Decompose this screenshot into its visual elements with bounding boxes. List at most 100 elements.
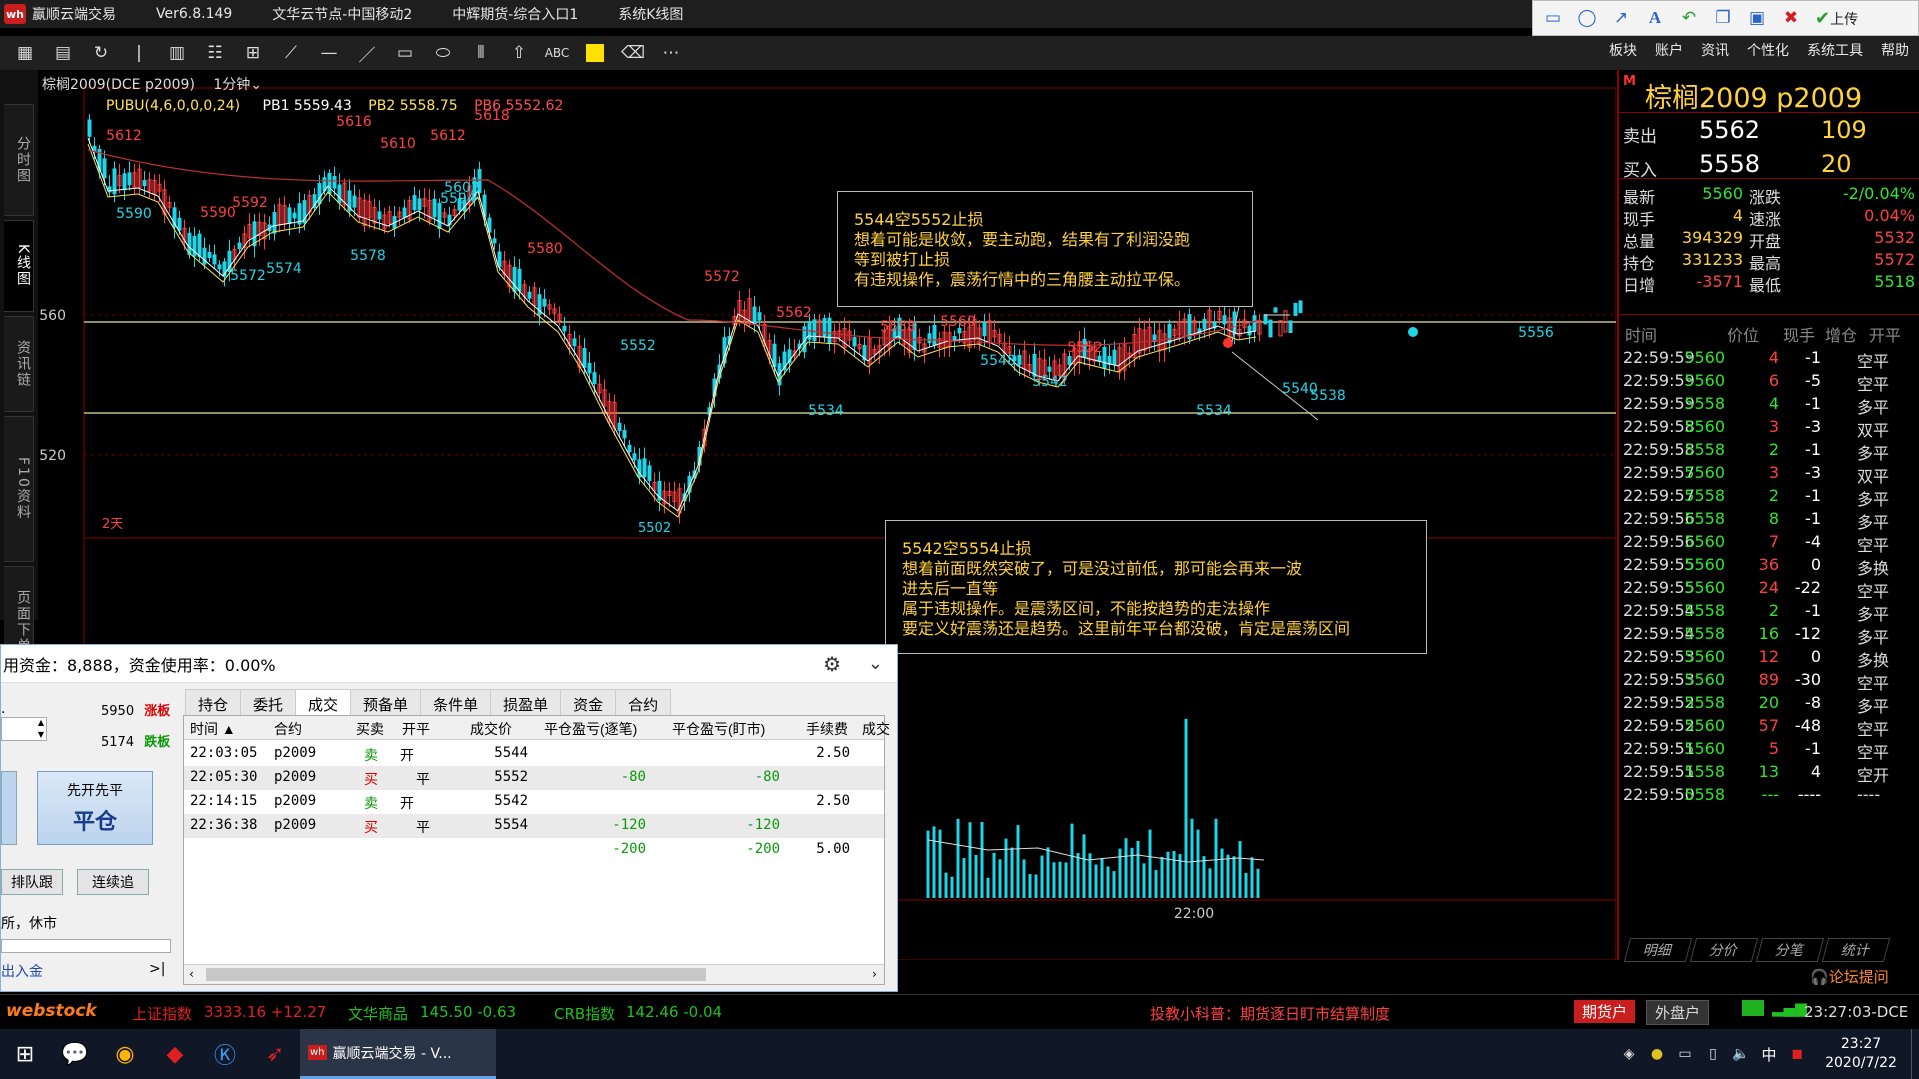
col-time[interactable]: 时间 ▲ — [190, 719, 236, 739]
collapse-icon[interactable]: ⌄ — [868, 653, 883, 674]
fib-icon[interactable]: ⫴ — [466, 40, 496, 66]
close-icon[interactable]: ✖ — [1777, 5, 1805, 31]
wechat-icon[interactable]: 💬 — [50, 1029, 100, 1079]
app-red-icon[interactable]: ◆ — [150, 1029, 200, 1079]
tab-news-chain[interactable]: 资讯链 — [4, 316, 34, 412]
continuous-chase-button[interactable]: 连续追 — [77, 869, 149, 895]
app-k-icon[interactable]: Ⓚ — [200, 1029, 250, 1079]
table-row[interactable]: 22:03:05 p2009 卖 开 5544 2.50 — [184, 742, 884, 766]
period-selector[interactable]: 1分钟 — [213, 77, 250, 93]
crb-index-label[interactable]: CRB指数 — [554, 1003, 615, 1024]
sh-index-label[interactable]: 上证指数 — [132, 1003, 192, 1024]
forum-button[interactable]: 🎧论坛提问 — [1810, 966, 1889, 987]
tab-stats[interactable]: 统计 — [1821, 938, 1891, 962]
contract-selector[interactable]: 棕榈2009(DCE p2009) 1分钟⌄ — [42, 74, 262, 94]
menu-item[interactable]: 个性化 — [1747, 40, 1789, 60]
up-arrow-icon[interactable]: ⇧ — [504, 40, 534, 66]
menu-item[interactable]: 板块 — [1609, 40, 1637, 60]
order-icon[interactable]: ▦ — [10, 40, 40, 66]
col-side[interactable]: 买卖 — [356, 719, 384, 739]
rect-icon[interactable]: ▭ — [390, 40, 420, 66]
show-desktop-button[interactable] — [1911, 1029, 1919, 1079]
color-picker-icon[interactable] — [580, 40, 610, 66]
deposit-link[interactable]: 出入金 — [1, 961, 43, 981]
col-pnl-trade[interactable]: 平仓盈亏(逐笔) — [544, 719, 637, 739]
tab-price-dist[interactable]: 分价 — [1689, 938, 1759, 962]
line-icon[interactable]: ⟋ — [276, 40, 306, 66]
col-openclose[interactable]: 开平 — [402, 719, 430, 739]
tab-f10[interactable]: F10资料 — [4, 416, 34, 562]
menu-item[interactable]: 资讯 — [1701, 40, 1729, 60]
chrome-icon[interactable]: ◉ — [100, 1029, 150, 1079]
grid-icon[interactable]: ⊞ — [238, 40, 268, 66]
text-tool-icon[interactable]: A — [1641, 5, 1669, 31]
tray-yellow-icon[interactable]: ● — [1643, 1029, 1671, 1079]
undo-icon[interactable]: ↶ — [1675, 5, 1703, 31]
foreign-account-button[interactable]: 外盘户 — [1646, 1000, 1710, 1025]
stepper-up-icon[interactable]: ▲ — [38, 718, 44, 727]
annotation-note-2[interactable]: 5542空5554止损 想着前面既然突破了，可是没过前低，那可能会再来一波 进去… — [885, 520, 1427, 654]
save-icon[interactable]: ▣ — [1743, 5, 1771, 31]
col-contract[interactable]: 合约 — [274, 719, 302, 739]
scroll-left-icon[interactable]: ‹ — [188, 967, 195, 981]
menu-item[interactable]: 帮助 — [1881, 40, 1909, 60]
queue-follow-button[interactable]: 排队跟 — [1, 869, 63, 895]
expand-icon[interactable]: >| — [149, 961, 165, 977]
futures-account-button[interactable]: 期货户 — [1574, 1000, 1636, 1023]
system-clock[interactable]: 23:27 2020/7/22 — [1811, 1035, 1911, 1073]
stepper-down-icon[interactable]: ▼ — [38, 730, 44, 739]
more-icon[interactable]: ⋯ — [656, 40, 686, 66]
qty-stepper[interactable]: ▲ ▼ — [1, 717, 47, 741]
tick-row[interactable]: 22:59:50 5558 --- ---- ---- — [1619, 781, 1919, 809]
table-row[interactable]: 22:36:38 p2009 买 平 5554 -120 -120 — [184, 814, 884, 838]
tray-app-icon[interactable]: ◈ — [1615, 1029, 1643, 1079]
annotation-note-1[interactable]: 5544空5552止损 想着可能是收敛，要主动跑，结果有了利润没跑 等到被打止损… — [837, 191, 1253, 307]
tab-kline[interactable]: K线图 — [4, 220, 34, 312]
ray-icon[interactable]: ／ — [352, 40, 382, 66]
bid-price[interactable]: 5558 — [1699, 150, 1760, 178]
ime-indicator[interactable]: 中 — [1755, 1029, 1783, 1079]
app-arrow-icon[interactable]: ➶ — [250, 1029, 300, 1079]
ask-price[interactable]: 5562 — [1699, 116, 1760, 144]
save-icon[interactable]: ▤ — [48, 40, 78, 66]
wh-index-label[interactable]: 文华商品 — [348, 1003, 408, 1024]
copy-icon[interactable]: ❐ — [1709, 5, 1737, 31]
tab-detail[interactable]: 明细 — [1623, 938, 1693, 962]
ellipse-tool-icon[interactable]: ◯ — [1573, 5, 1601, 31]
table-row[interactable]: -200 -200 5.00 — [184, 838, 884, 862]
scroll-right-icon[interactable]: › — [871, 967, 878, 981]
col-price[interactable]: 成交价 — [470, 719, 512, 739]
windows-start-icon[interactable]: ⊞ — [0, 1029, 50, 1079]
eraser-icon[interactable]: ⌫ — [618, 40, 648, 66]
table-row[interactable]: 22:05:30 p2009 买 平 5552 -80 -80 — [184, 766, 884, 790]
upload-button[interactable]: ✔上传 — [1815, 8, 1858, 29]
horizontal-scrollbar[interactable]: ‹ › — [184, 964, 884, 984]
single-line-icon[interactable]: | — [124, 40, 154, 66]
tab-timeshare[interactable]: 分时图 — [4, 104, 34, 216]
close-position-button[interactable]: 先开先平 平仓 — [37, 771, 153, 845]
ellipse-icon[interactable]: ⬭ — [428, 40, 458, 66]
rectangle-tool-icon[interactable]: ▭ — [1539, 5, 1567, 31]
menu-item[interactable]: 账户 — [1655, 40, 1683, 60]
settings-icon[interactable]: ⚙ — [823, 652, 841, 676]
table-icon[interactable]: ☷ — [200, 40, 230, 66]
tray-volume-icon[interactable]: 🔈 — [1727, 1029, 1755, 1079]
arrow-tool-icon[interactable]: ↗ — [1607, 5, 1635, 31]
bar-icon[interactable]: ▥ — [162, 40, 192, 66]
taskbar-active-app[interactable]: wh 赢顺云端交易 - V... — [300, 1029, 496, 1079]
scroll-thumb[interactable] — [206, 968, 706, 981]
tray-red-icon[interactable]: ◼ — [1783, 1029, 1811, 1079]
edu-tip[interactable]: 投教小科普：期货逐日盯市结算制度 — [1150, 1003, 1390, 1024]
refresh-icon[interactable]: ↻ — [86, 40, 116, 66]
order-button-partial[interactable] — [1, 771, 17, 845]
col-pnl-mtm[interactable]: 平仓盈亏(盯市) — [672, 719, 765, 739]
indicator-name[interactable]: PUBU(4,6,0,0,0,24) — [106, 98, 240, 114]
tray-network-icon[interactable]: ▭ — [1671, 1029, 1699, 1079]
table-row[interactable]: 22:14:15 p2009 卖 开 5542 2.50 — [184, 790, 884, 814]
tab-tick[interactable]: 分笔 — [1755, 938, 1825, 962]
col-fee[interactable]: 手续费 — [806, 719, 848, 739]
menu-item[interactable]: 系统工具 — [1807, 40, 1863, 60]
hline-icon[interactable]: — — [314, 40, 344, 66]
col-fill[interactable]: 成交 — [862, 719, 890, 739]
tray-battery-icon[interactable]: ▯ — [1699, 1029, 1727, 1079]
